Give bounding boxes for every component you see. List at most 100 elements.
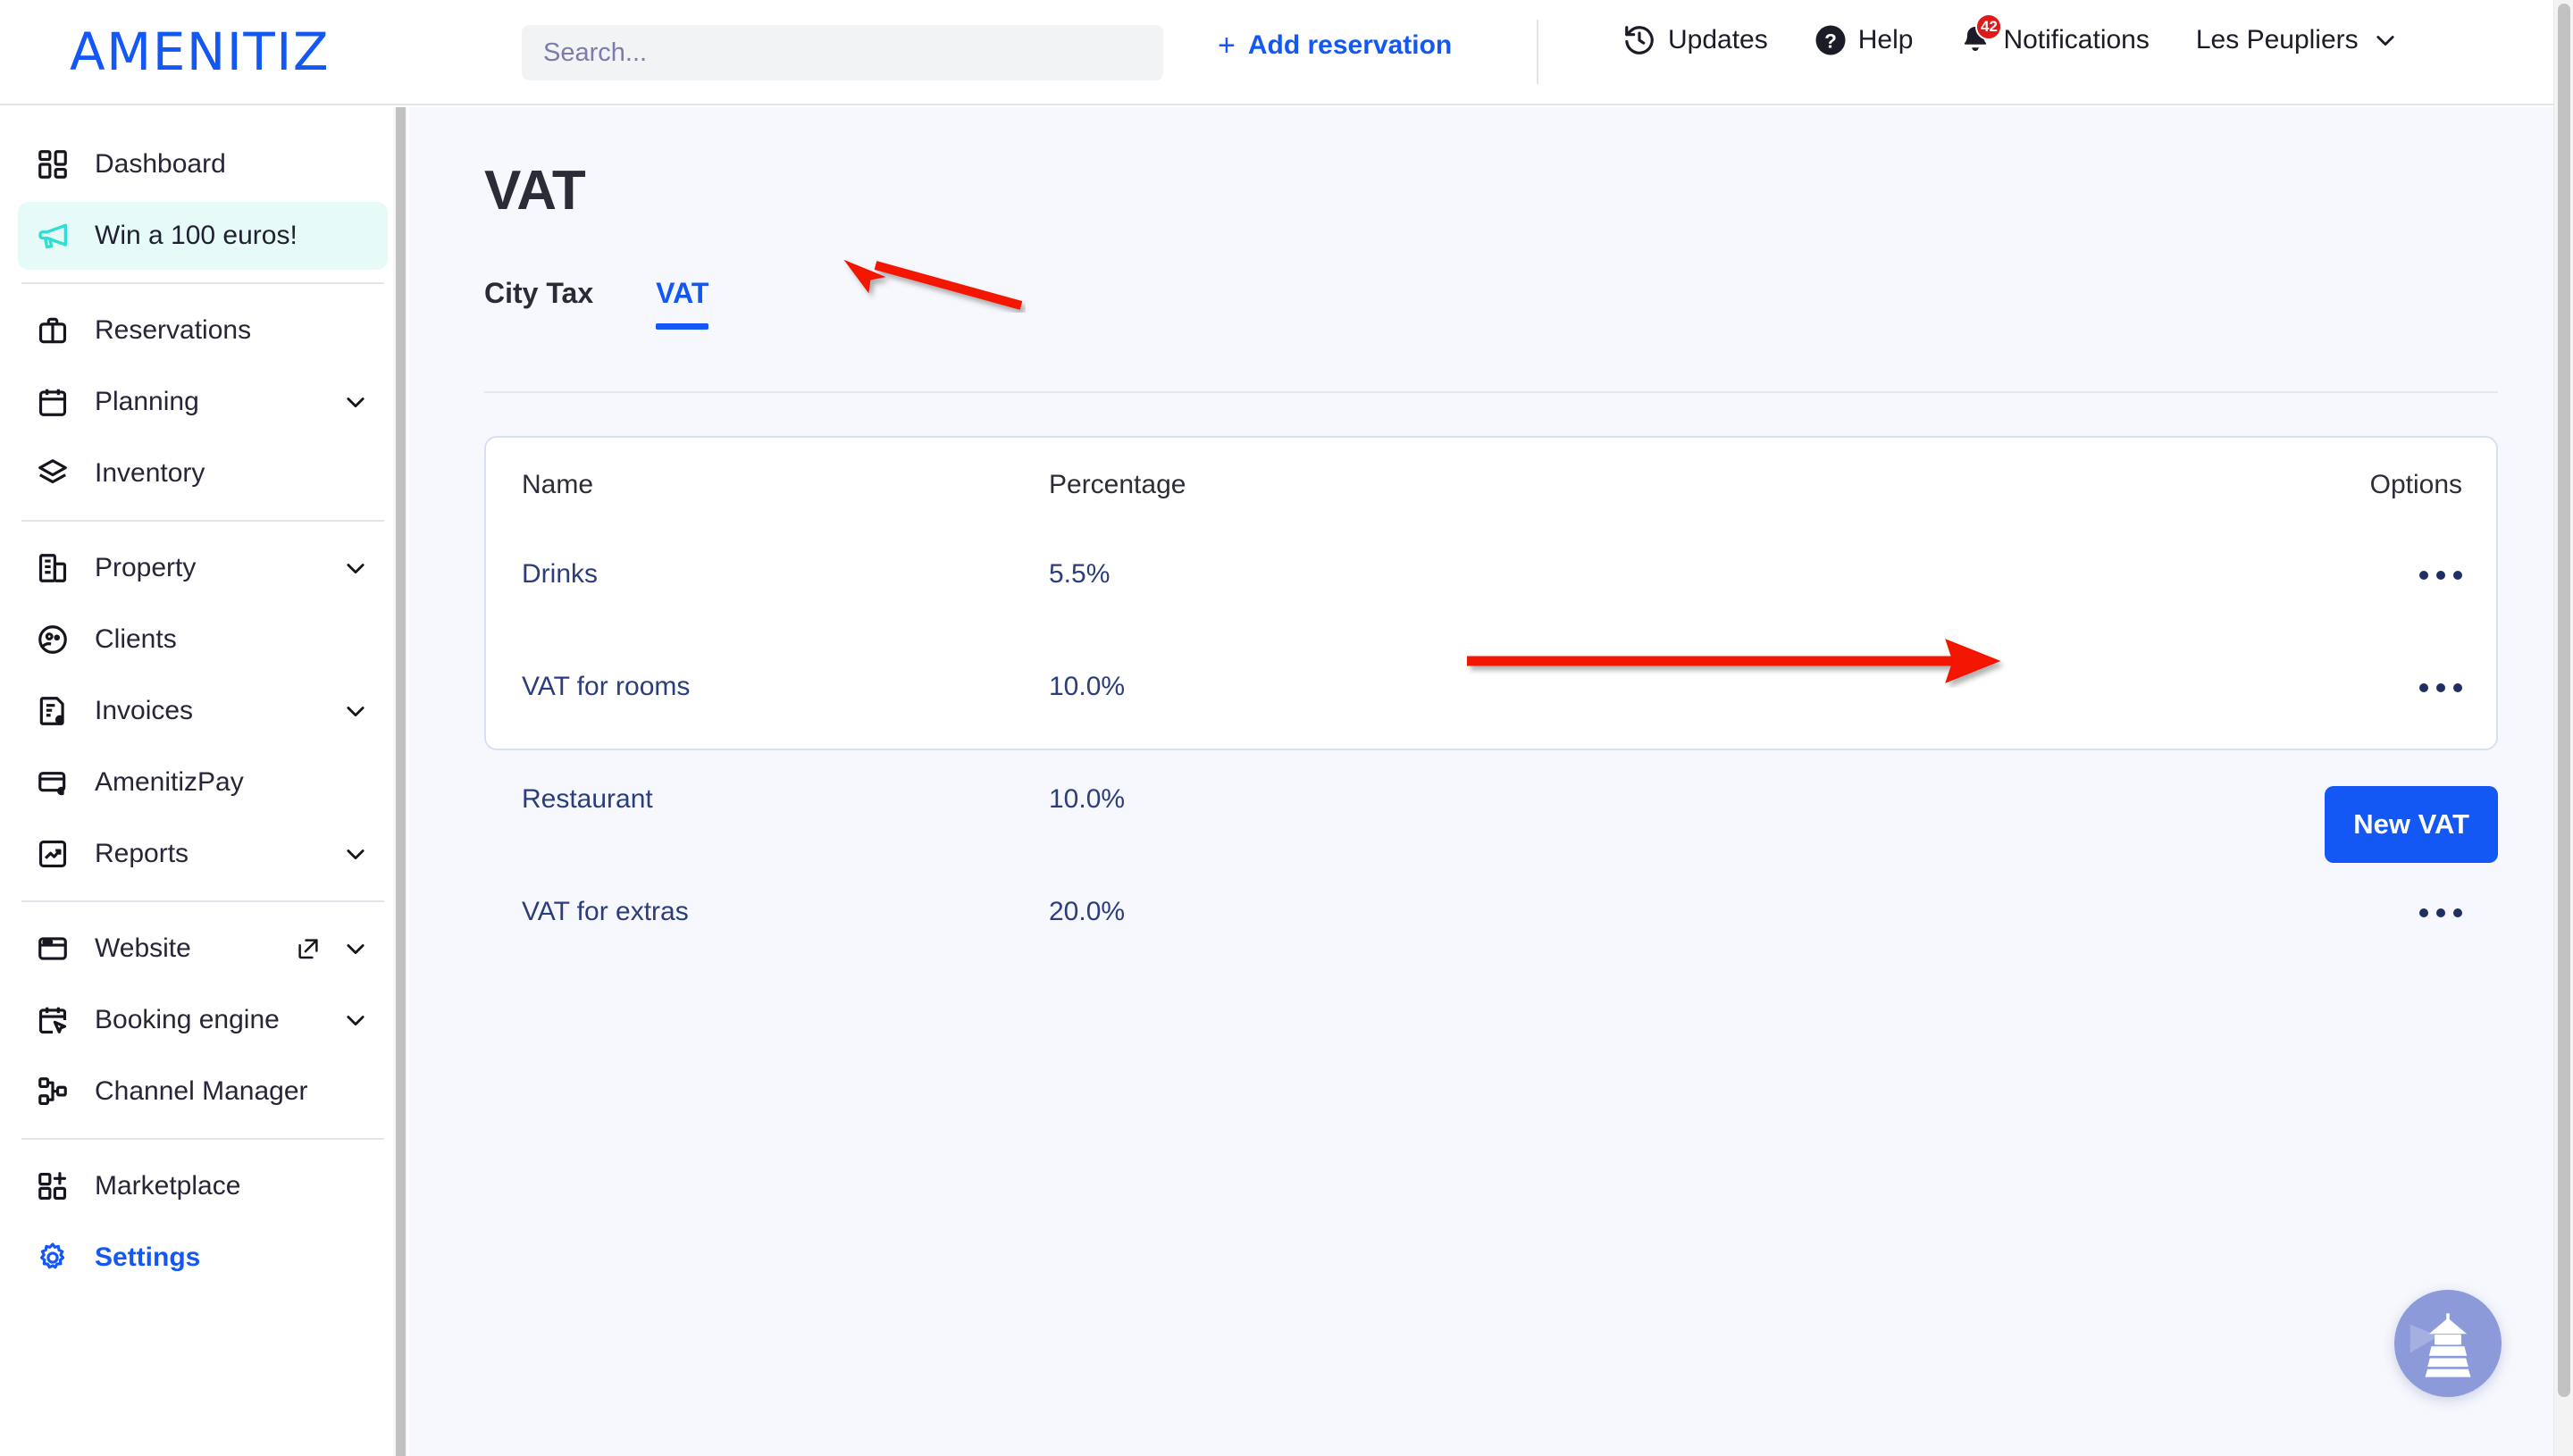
sidebar-item-marketplace[interactable]: Marketplace: [18, 1152, 388, 1220]
vat-name-link[interactable]: Restaurant: [522, 784, 653, 814]
chevron-down-icon[interactable]: [343, 389, 368, 414]
help-widget-button[interactable]: [2394, 1290, 2502, 1397]
vat-percentage: 10.0%: [1049, 672, 1126, 701]
sidebar-item-label: Planning: [95, 387, 199, 416]
sidebar-item-label: Reports: [95, 839, 189, 868]
add-reservation-label: Add reservation: [1247, 30, 1453, 60]
sidebar-item-reports[interactable]: Reports: [18, 820, 388, 888]
chart-up-icon: [36, 837, 77, 871]
chevron-down-icon[interactable]: [343, 699, 368, 724]
sidebar-item-label: Clients: [95, 624, 177, 654]
calendar-click-icon: [36, 1003, 77, 1037]
sidebar-item-booking-engine[interactable]: Booking engine: [18, 986, 388, 1054]
card-euro-icon: [36, 766, 77, 799]
vat-name-link[interactable]: VAT for extras: [522, 897, 689, 926]
clients-icon: [36, 623, 77, 657]
plus-icon: +: [1218, 29, 1236, 63]
sidebar-scrollbar-thumb[interactable]: [396, 107, 406, 1456]
row-options-button[interactable]: [2414, 900, 2468, 926]
sidebar-item-reservations[interactable]: Reservations: [18, 297, 388, 364]
grid-plus-icon: [36, 1169, 77, 1203]
sidebar-item-planning[interactable]: Planning: [18, 368, 388, 436]
vat-percentage: 10.0%: [1049, 784, 1126, 814]
sidebar-item-win-a-100-euros[interactable]: Win a 100 euros!: [18, 202, 388, 270]
sidebar-item-settings[interactable]: Settings: [18, 1224, 388, 1292]
updates-button[interactable]: Updates: [1599, 23, 1791, 57]
tab-bar: City Tax VAT: [484, 267, 2553, 330]
table-row: Drinks 5.5%: [486, 518, 2500, 631]
building-icon: [36, 551, 77, 585]
browser-icon: [36, 932, 77, 966]
top-header: AMENITIZ + Add reservation Updates: [0, 0, 2553, 105]
main-content: VAT City Tax VAT Name Percentage Options…: [409, 107, 2553, 1456]
sidebar-divider: [21, 1138, 384, 1140]
sidebar-item-dashboard[interactable]: Dashboard: [18, 130, 388, 198]
sidebar-item-label: Settings: [95, 1243, 201, 1272]
tab-vat[interactable]: VAT: [656, 277, 709, 330]
new-vat-button[interactable]: New VAT: [2325, 786, 2498, 863]
notifications-label: Notifications: [2003, 25, 2150, 54]
page-title: VAT: [484, 160, 586, 222]
gear-icon: [36, 1241, 77, 1275]
dashboard-icon: [36, 147, 77, 181]
sidebar-divider: [21, 520, 384, 522]
sidebar-item-label: Inventory: [95, 458, 205, 488]
column-header-percentage: Percentage: [1049, 470, 1186, 499]
brand-logo[interactable]: AMENITIZ: [70, 26, 330, 78]
table-header-row: Name Percentage Options: [486, 438, 2500, 518]
property-menu-button[interactable]: Les Peupliers: [2173, 25, 2398, 55]
external-link-icon[interactable]: [295, 935, 322, 962]
sidebar-item-clients[interactable]: Clients: [18, 606, 388, 674]
sidebar-item-label: Website: [95, 933, 191, 963]
chevron-down-icon: [2373, 28, 2398, 53]
row-options-button[interactable]: [2414, 562, 2468, 589]
sidebar-item-channel-manager[interactable]: Channel Manager: [18, 1058, 388, 1125]
lighthouse-icon: [2409, 1302, 2487, 1385]
help-button[interactable]: ? Help: [1791, 24, 1937, 56]
search-input[interactable]: [522, 25, 1163, 80]
sidebar-item-label: Booking engine: [95, 1005, 280, 1034]
vat-name-link[interactable]: VAT for rooms: [522, 672, 690, 701]
nodes-icon: [36, 1075, 77, 1109]
notifications-button[interactable]: 42 Notifications: [1936, 13, 2172, 56]
calendar-icon: [36, 385, 77, 419]
chevron-down-icon[interactable]: [343, 556, 368, 581]
chevron-down-icon[interactable]: [343, 1008, 368, 1033]
app-root: AMENITIZ + Add reservation Updates: [0, 0, 2573, 1456]
sidebar-item-inventory[interactable]: Inventory: [18, 439, 388, 507]
chevron-down-icon[interactable]: [343, 936, 368, 961]
column-header-name: Name: [522, 470, 594, 499]
column-header-options: Options: [2369, 470, 2462, 499]
add-reservation-button[interactable]: + Add reservation: [1218, 30, 1452, 61]
row-options-button[interactable]: [2414, 674, 2468, 701]
chevron-down-icon[interactable]: [343, 841, 368, 866]
help-label: Help: [1857, 25, 1914, 54]
question-circle-icon: ?: [1815, 24, 1847, 56]
sidebar-item-label: AmenitizPay: [95, 767, 244, 797]
vat-percentage: 20.0%: [1049, 897, 1126, 926]
layers-icon: [36, 456, 77, 490]
table-row: VAT for rooms 10.0%: [486, 631, 2500, 743]
sidebar-item-property[interactable]: Property: [18, 534, 388, 602]
sidebar-item-label: Marketplace: [95, 1171, 241, 1201]
vat-name-link[interactable]: Drinks: [522, 559, 598, 589]
megaphone-icon: [36, 218, 77, 254]
vat-percentage: 5.5%: [1049, 559, 1110, 589]
history-clock-icon: [1622, 23, 1656, 57]
sidebar-item-label: Invoices: [95, 696, 194, 725]
sidebar-item-invoices[interactable]: Invoices: [18, 677, 388, 745]
sidebar-item-website[interactable]: Website: [18, 915, 388, 983]
table-row: Restaurant 10.0%: [486, 743, 2500, 856]
sidebar-divider: [21, 282, 384, 284]
sidebar-item-amenitizpay[interactable]: AmenitizPay: [18, 749, 388, 816]
page-scrollbar[interactable]: [2553, 0, 2573, 1456]
tab-underline-rule: [484, 391, 2498, 393]
vat-table-card: Name Percentage Options Drinks 5.5% VAT …: [484, 436, 2500, 926]
invoice-euro-icon: [36, 694, 77, 728]
page-scrollbar-thumb[interactable]: [2558, 4, 2570, 1397]
sidebar-item-label: Channel Manager: [95, 1076, 308, 1106]
sidebar-item-label: Reservations: [95, 315, 252, 345]
sidebar-scrollbar[interactable]: [393, 107, 407, 1456]
header-divider: [1537, 20, 1538, 84]
tab-city-tax[interactable]: City Tax: [484, 277, 593, 330]
